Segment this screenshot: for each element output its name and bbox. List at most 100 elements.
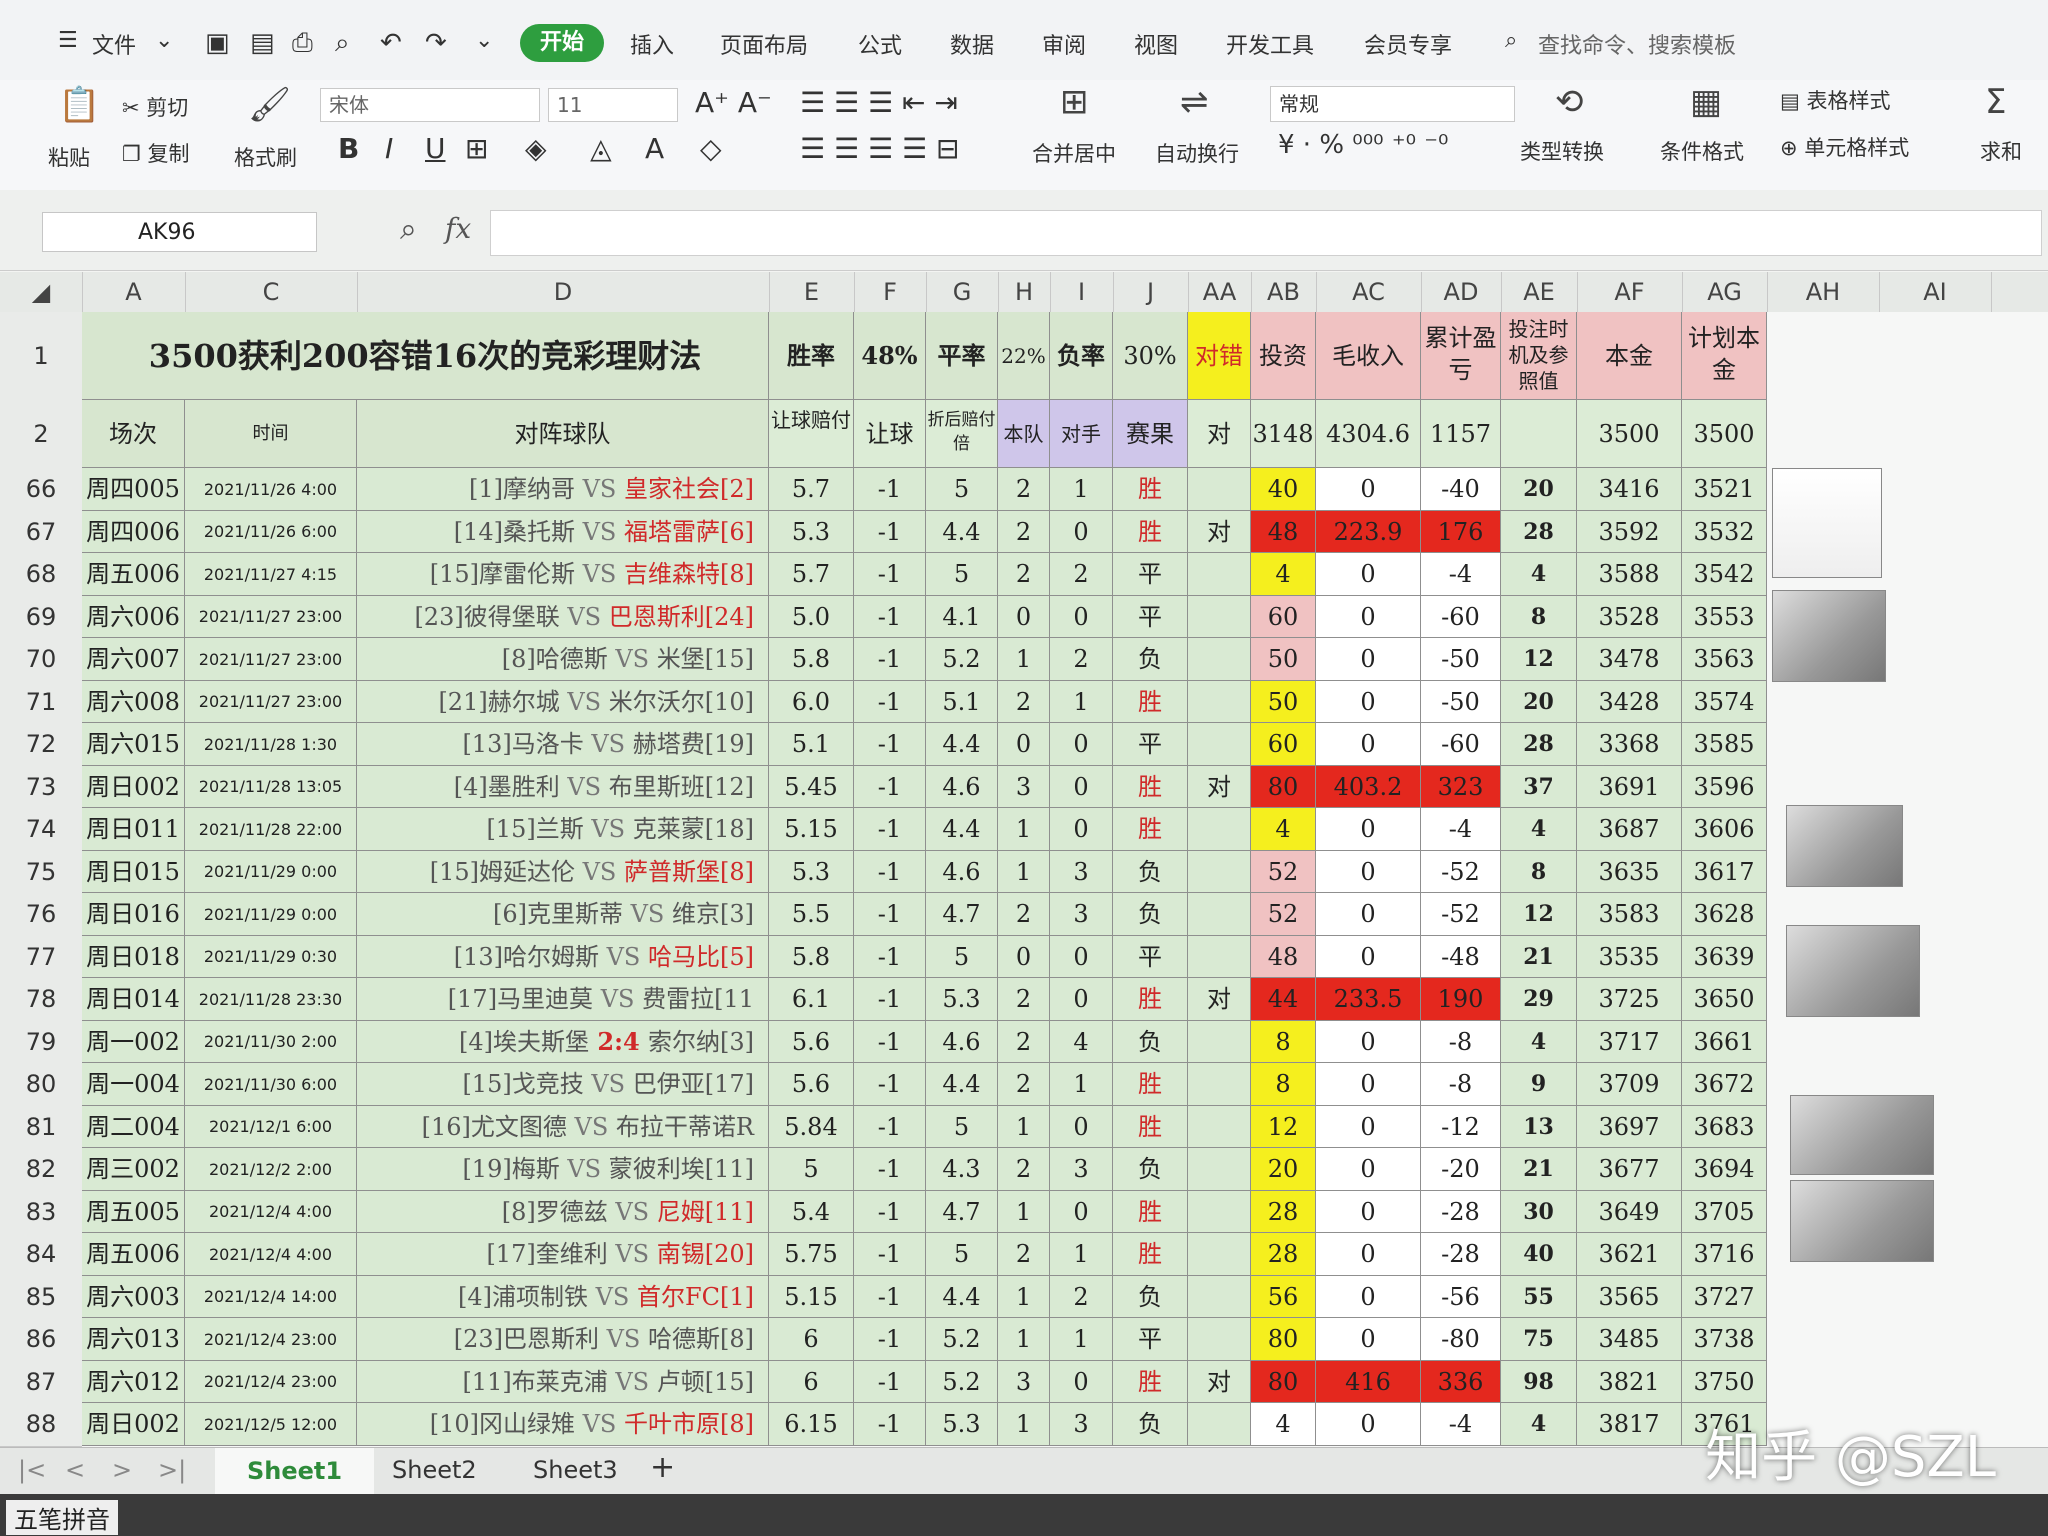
cell-h[interactable]: 2: [998, 553, 1050, 596]
col-header-ac[interactable]: AC: [1316, 272, 1422, 312]
cell-g[interactable]: 4.4: [926, 1276, 998, 1318]
paste-icon[interactable]: 📋: [58, 85, 100, 125]
cell-ag[interactable]: 3585: [1682, 723, 1767, 766]
font-color-icon[interactable]: ◬: [590, 132, 612, 165]
cell-e[interactable]: 6.0: [769, 681, 854, 723]
cell-ag[interactable]: 3563: [1682, 638, 1767, 681]
cell-c[interactable]: 2021/12/4 23:00: [185, 1361, 357, 1403]
cell-ad[interactable]: -4: [1421, 1403, 1501, 1446]
cell-a[interactable]: 周日002: [82, 766, 185, 808]
cell-i[interactable]: 3: [1050, 893, 1113, 936]
cell-aa[interactable]: 对: [1188, 1361, 1251, 1403]
cell-a[interactable]: 周二004: [82, 1106, 185, 1148]
formula-input[interactable]: [490, 210, 2042, 256]
cell-j[interactable]: 胜: [1113, 1191, 1188, 1233]
paste-button[interactable]: 粘贴: [48, 142, 90, 172]
match-teams-cell[interactable]: [14]桑托斯 VS 福塔雷萨[6]: [357, 511, 769, 553]
match-no-header[interactable]: 场次: [82, 400, 185, 468]
cell-e[interactable]: 5.6: [769, 1021, 854, 1063]
cell-f[interactable]: -1: [854, 511, 926, 553]
border-icon[interactable]: ⊞: [465, 132, 488, 165]
cell-f[interactable]: -1: [854, 553, 926, 596]
cell-j[interactable]: 平: [1113, 596, 1188, 638]
cell-ac[interactable]: 0: [1316, 596, 1421, 638]
cell-ag[interactable]: 3727: [1682, 1276, 1767, 1318]
cell-g[interactable]: 5.2: [926, 638, 998, 681]
cell-af[interactable]: 3621: [1577, 1233, 1682, 1276]
cell-ac[interactable]: 0: [1316, 1276, 1421, 1318]
cell-ab[interactable]: 44: [1251, 978, 1316, 1021]
tab-sheet2[interactable]: Sheet2: [392, 1456, 477, 1484]
cell-ag[interactable]: 3606: [1682, 808, 1767, 851]
cell-ac[interactable]: 0: [1316, 936, 1421, 978]
home-header[interactable]: 本队: [998, 400, 1050, 468]
cell-g[interactable]: 5.2: [926, 1361, 998, 1403]
cell-f[interactable]: -1: [854, 1276, 926, 1318]
cell-af[interactable]: 3528: [1577, 596, 1682, 638]
zoom-icon[interactable]: ⌕: [400, 212, 417, 247]
print-icon[interactable]: ⎙: [292, 28, 313, 59]
cell-ac[interactable]: 0: [1316, 638, 1421, 681]
bold-icon[interactable]: B: [338, 132, 359, 165]
cell-g[interactable]: 4.4: [926, 723, 998, 766]
cell-af[interactable]: 3709: [1577, 1063, 1682, 1106]
cell-i[interactable]: 0: [1050, 723, 1113, 766]
discounted-odds-header[interactable]: 折后赔付倍: [926, 400, 998, 468]
ae-total[interactable]: [1501, 400, 1577, 468]
cell-ag[interactable]: 3683: [1682, 1106, 1767, 1148]
chevron-down-icon[interactable]: ⌄: [155, 28, 173, 53]
cell-af[interactable]: 3592: [1577, 511, 1682, 553]
cell-e[interactable]: 5.0: [769, 596, 854, 638]
cell-aa[interactable]: [1188, 553, 1251, 596]
handicap-odds-header[interactable]: 让球赔付: [769, 400, 854, 468]
cell-ac[interactable]: 403.2: [1316, 766, 1421, 808]
cell-e[interactable]: 6: [769, 1361, 854, 1403]
match-teams-cell[interactable]: [6]克里斯蒂 VS 维京[3]: [357, 893, 769, 936]
cell-c[interactable]: 2021/11/29 0:30: [185, 936, 357, 978]
type-convert-button[interactable]: 类型转换: [1520, 136, 1604, 166]
cell-e[interactable]: 5.4: [769, 1191, 854, 1233]
cell-ab[interactable]: 52: [1251, 851, 1316, 893]
cell-aa[interactable]: [1188, 468, 1251, 511]
cell-g[interactable]: 4.4: [926, 808, 998, 851]
row-header[interactable]: 72: [0, 723, 82, 767]
col-header-ad[interactable]: AD: [1421, 272, 1502, 312]
row-header[interactable]: 78: [0, 978, 82, 1022]
match-teams-cell[interactable]: [17]马里迪莫 VS 费雷拉[11: [357, 978, 769, 1021]
cell-ab[interactable]: 80: [1251, 1318, 1316, 1361]
match-teams-cell[interactable]: [13]马洛卡 VS 赫塔费[19]: [357, 723, 769, 766]
cell-ab[interactable]: 28: [1251, 1191, 1316, 1233]
convert-icon[interactable]: ⟲: [1555, 82, 1584, 122]
match-teams-cell[interactable]: [11]布莱克浦 VS 卢顿[15]: [357, 1361, 769, 1403]
cell-a[interactable]: 周一002: [82, 1021, 185, 1063]
row-header[interactable]: 87: [0, 1361, 82, 1404]
cell-j[interactable]: 平: [1113, 553, 1188, 596]
cell-ac[interactable]: 0: [1316, 723, 1421, 766]
loss-rate-label[interactable]: 负率: [1050, 312, 1113, 400]
cell-i[interactable]: 3: [1050, 1403, 1113, 1446]
cell-ad[interactable]: -52: [1421, 893, 1501, 936]
cell-ag[interactable]: 3521: [1682, 468, 1767, 511]
cell-a[interactable]: 周六003: [82, 1276, 185, 1318]
prev-sheet-icon[interactable]: <: [65, 1456, 85, 1484]
cell-i[interactable]: 1: [1050, 1318, 1113, 1361]
cell-ae[interactable]: 9: [1501, 1063, 1577, 1106]
cell-ab[interactable]: 56: [1251, 1276, 1316, 1318]
cell-j[interactable]: 胜: [1113, 468, 1188, 511]
cell-a[interactable]: 周六012: [82, 1361, 185, 1403]
redo-icon[interactable]: ↷: [425, 28, 447, 58]
cell-c[interactable]: 2021/12/5 12:00: [185, 1403, 357, 1446]
cell-c[interactable]: 2021/11/30 6:00: [185, 1063, 357, 1106]
cell-af[interactable]: 3485: [1577, 1318, 1682, 1361]
cell-aa[interactable]: [1188, 1403, 1251, 1446]
result-header[interactable]: 赛果: [1113, 400, 1188, 468]
cell-h[interactable]: 2: [998, 1233, 1050, 1276]
cell-h[interactable]: 1: [998, 1276, 1050, 1318]
cell-ad[interactable]: 336: [1421, 1361, 1501, 1403]
cell-ag[interactable]: 3542: [1682, 553, 1767, 596]
time-header[interactable]: 时间: [185, 400, 357, 468]
cell-ae[interactable]: 4: [1501, 1021, 1577, 1063]
cell-j[interactable]: 平: [1113, 723, 1188, 766]
cell-j[interactable]: 胜: [1113, 1361, 1188, 1403]
cell-e[interactable]: 6: [769, 1318, 854, 1361]
